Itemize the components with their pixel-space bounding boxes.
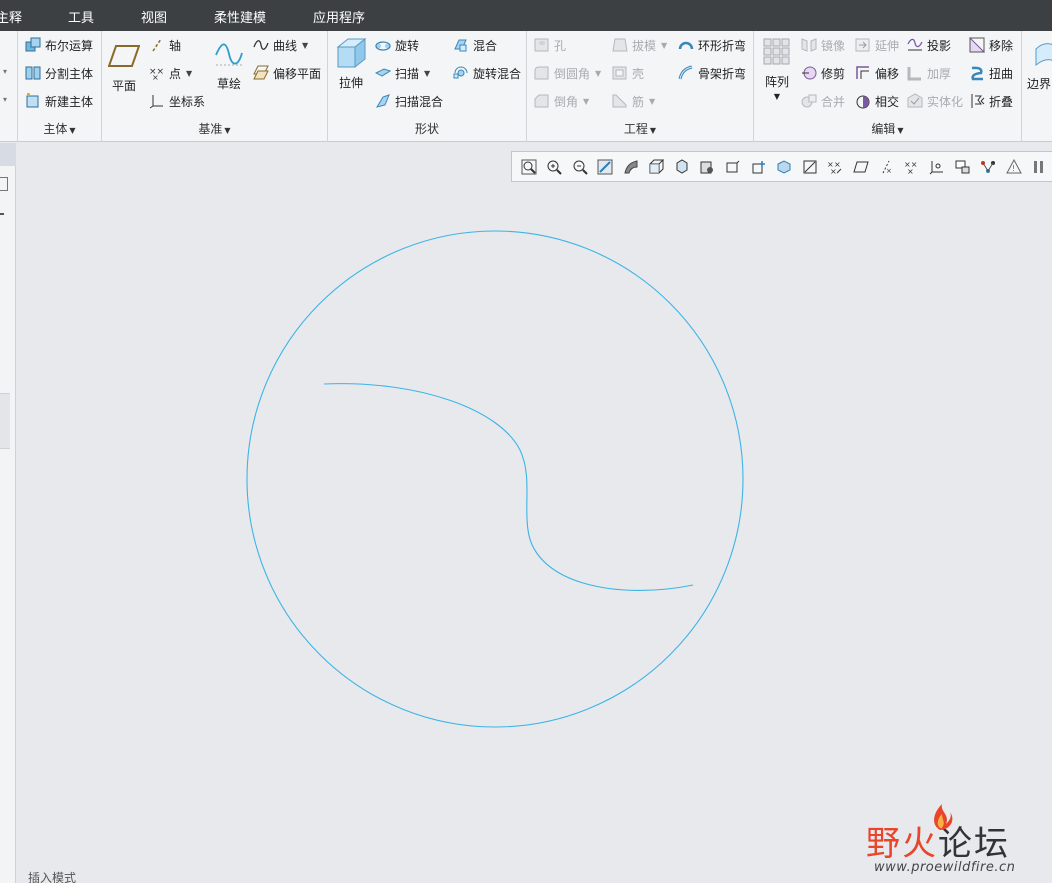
point-tags-icon[interactable]: × [873, 154, 899, 180]
svg-text:!: ! [1012, 164, 1015, 173]
axis-display-icon[interactable] [797, 154, 823, 180]
view-toolbar: × × × × ×× × ! [511, 151, 1052, 182]
refit-icon[interactable] [516, 154, 542, 180]
repaint-icon[interactable] [593, 154, 619, 180]
sketch-spline-curve[interactable] [323, 383, 694, 591]
svg-text:×: × [830, 167, 837, 175]
view-manager-icon[interactable] [669, 154, 695, 180]
spin-center-icon[interactable] [720, 154, 746, 180]
display-style-icon[interactable] [618, 154, 644, 180]
selection-filter-icon[interactable] [925, 154, 951, 180]
warning-icon[interactable]: ! [1001, 154, 1027, 180]
csys-display-icon[interactable] [848, 154, 874, 180]
pause-icon[interactable] [1027, 154, 1052, 180]
zoom-out-icon[interactable] [567, 154, 593, 180]
watermark-logo: 野火论坛 www.proewildfire.cn [866, 804, 1036, 878]
saved-views-icon[interactable] [644, 154, 670, 180]
svg-text:×: × [886, 167, 892, 175]
plane-display-icon[interactable] [771, 154, 797, 180]
svg-text:×: × [907, 167, 914, 175]
zoom-in-icon[interactable] [542, 154, 568, 180]
sketch-canvas [246, 230, 744, 728]
flame-icon [934, 804, 953, 830]
network-icon[interactable] [976, 154, 1002, 180]
more-datum-icon[interactable]: ×× × [899, 154, 925, 180]
point-display-icon[interactable]: × × × [822, 154, 848, 180]
perspective-icon[interactable] [695, 154, 721, 180]
sketch-circle[interactable] [246, 230, 744, 728]
watermark-url: www.proewildfire.cn [874, 860, 1016, 875]
annotation-display-icon[interactable] [746, 154, 772, 180]
snap-icon[interactable] [950, 154, 976, 180]
status-mode: 插入模式 [28, 871, 77, 883]
